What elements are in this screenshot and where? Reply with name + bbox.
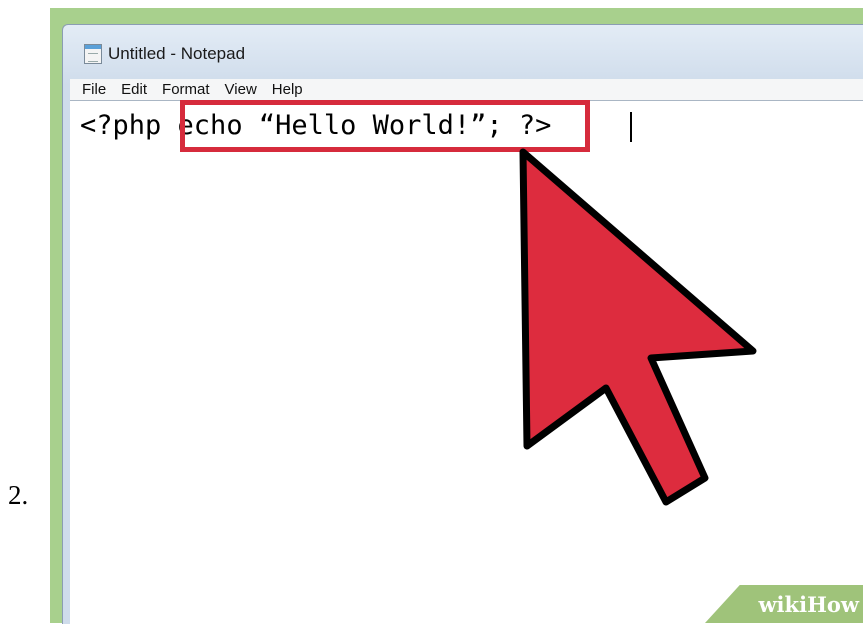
mouse-cursor-arrow-icon xyxy=(519,148,757,506)
watermark-text: wikiHow xyxy=(758,591,859,617)
